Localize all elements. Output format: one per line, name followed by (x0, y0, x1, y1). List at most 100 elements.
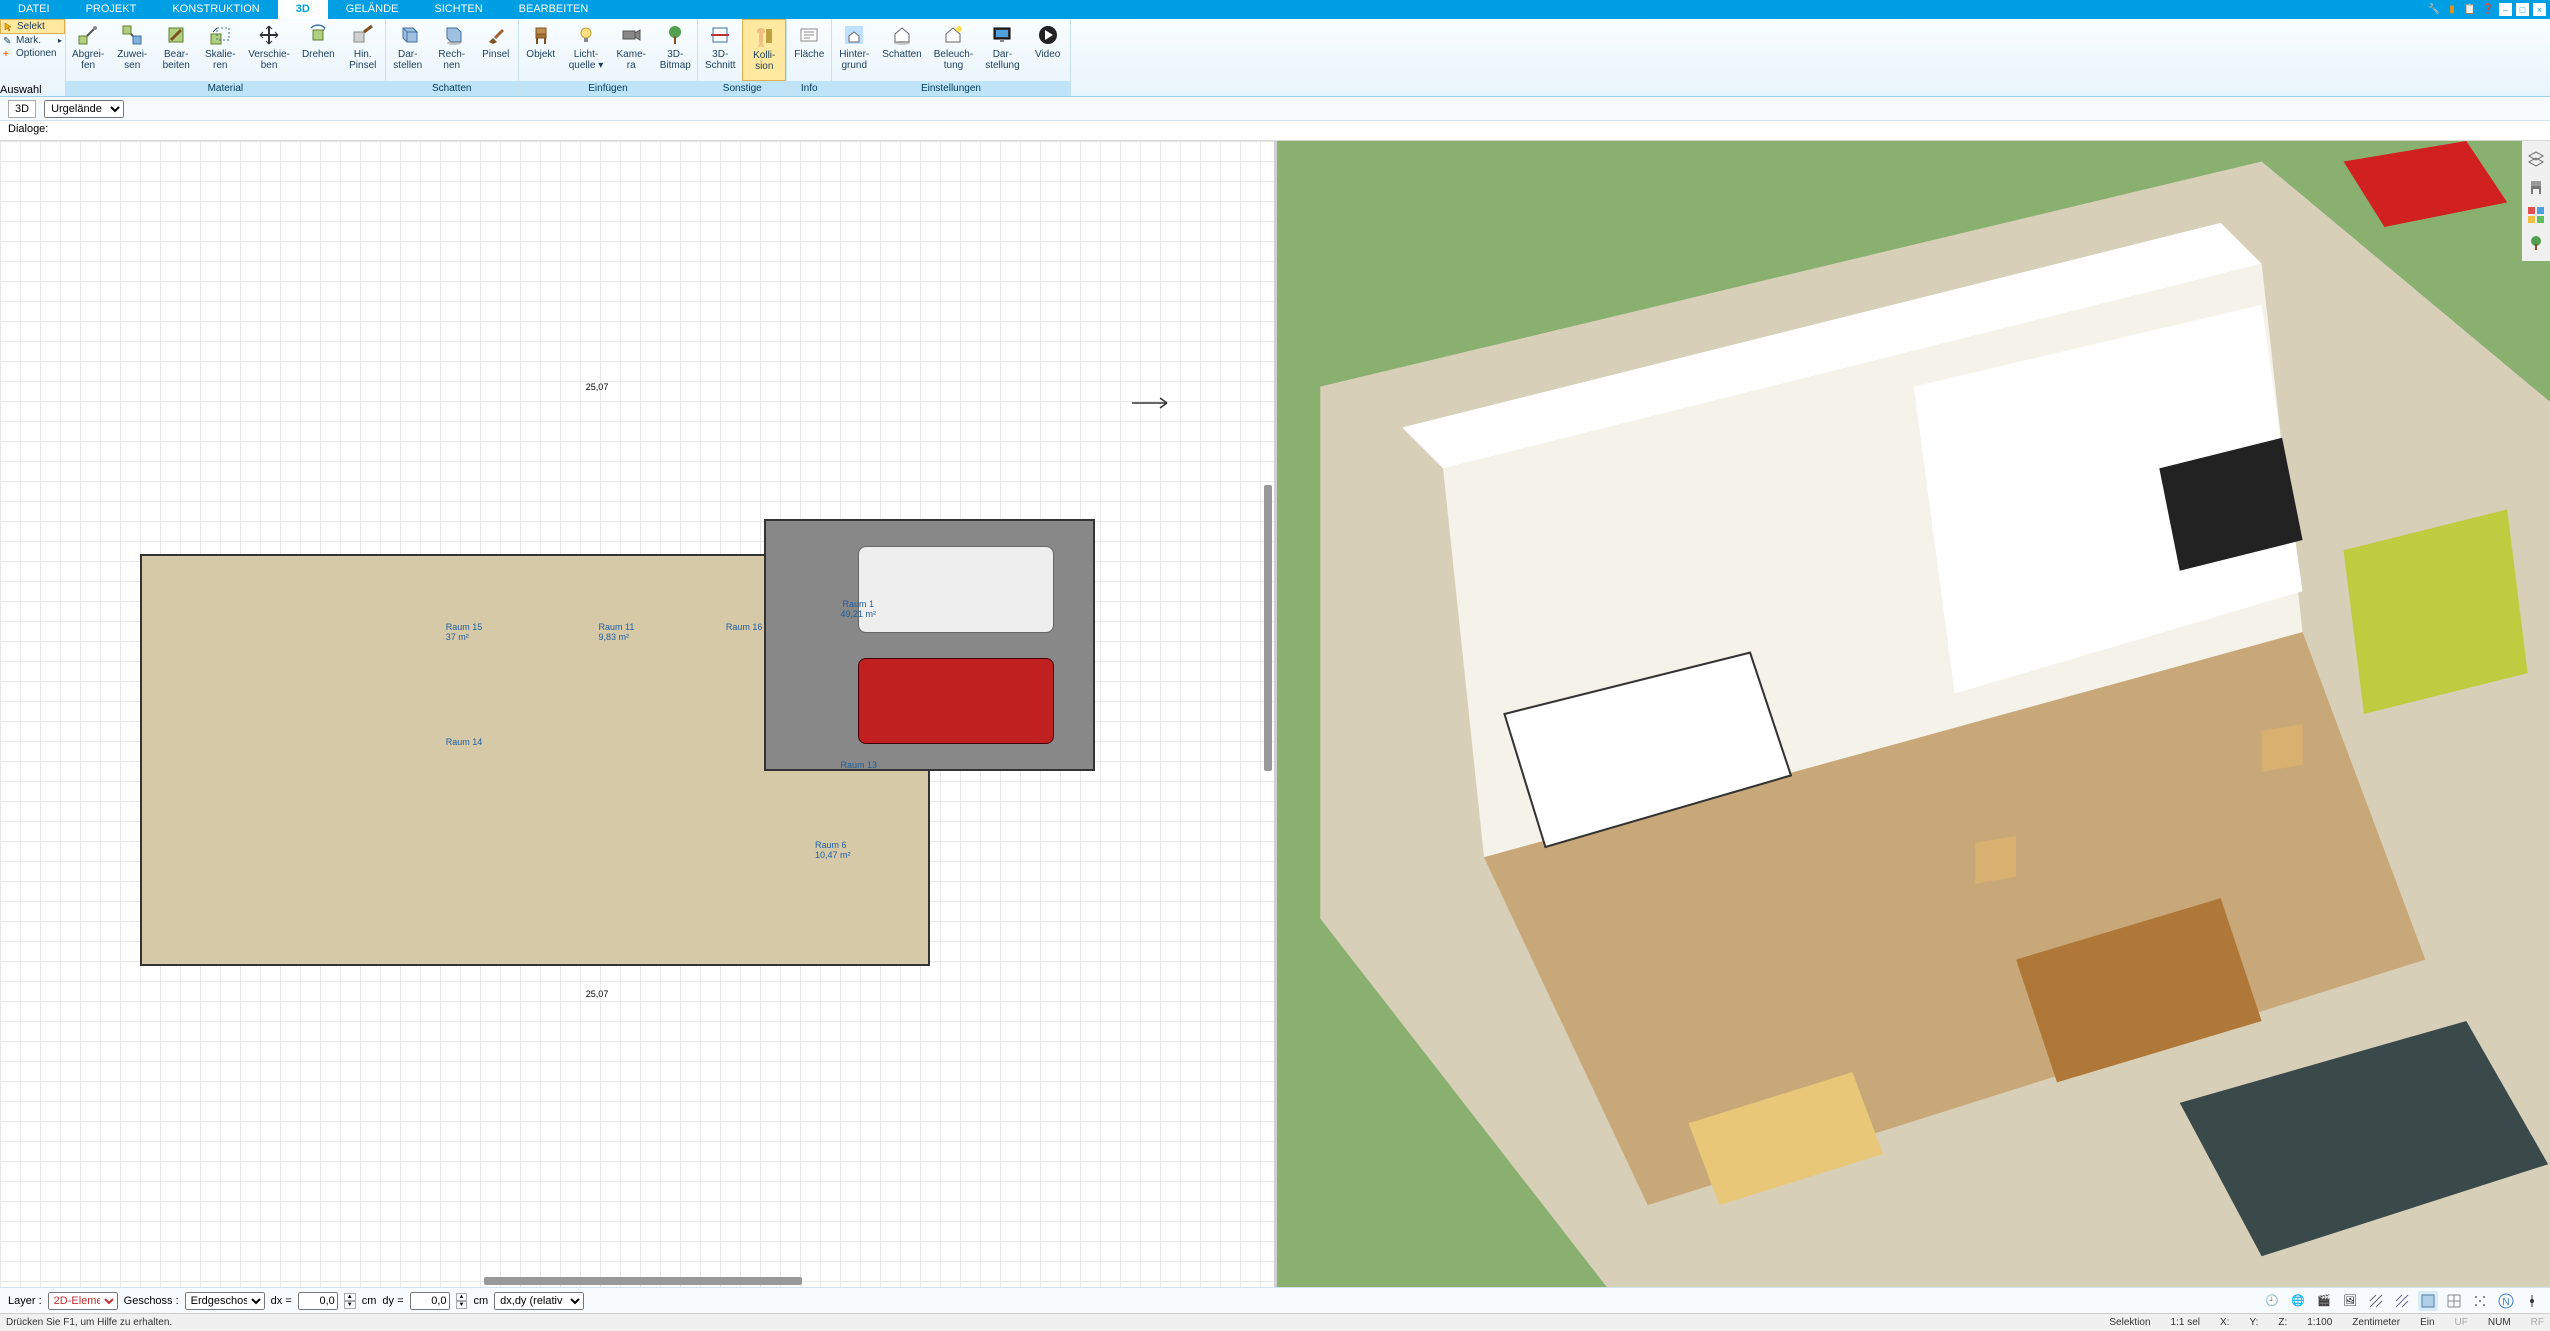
btn-video[interactable]: Video (1026, 19, 1070, 81)
room-1-label: Raum 149,21 m² (841, 599, 877, 619)
menu-bearbeiten[interactable]: BEARBEITEN (501, 0, 607, 19)
sub-toolbar: 3D Urgelände (0, 97, 2550, 121)
menu-sichten[interactable]: SICHTEN (416, 0, 500, 19)
color-palette-icon[interactable] (2526, 205, 2546, 225)
help-icon[interactable]: ❓ (2481, 3, 2495, 17)
north-arrow-icon (1132, 393, 1172, 413)
ribbon-group-einfuegen: Objekt Licht- quelle ▾ Kame- ra 3D- Bitm… (519, 19, 699, 96)
globe-icon[interactable]: 🌐 (2288, 1291, 2308, 1311)
menu-projekt[interactable]: PROJEKT (68, 0, 155, 19)
close-button[interactable]: × (2533, 3, 2546, 16)
menu-3d[interactable]: 3D (278, 0, 328, 19)
btn-pinsel[interactable]: Pinsel (474, 19, 518, 81)
dy-input[interactable] (410, 1292, 450, 1310)
edit-icon (164, 23, 188, 47)
mark-button[interactable]: ✎ Mark. ▸ (0, 34, 65, 47)
room-13-label: Raum 13 (841, 760, 878, 770)
assign-icon (120, 23, 144, 47)
history-icon[interactable]: 🕘 (2262, 1291, 2282, 1311)
coord-y: Y: (2249, 1317, 2258, 1328)
ribbon-group-material: Abgrei- fen Zuwei- sen Bear- beiten Skal… (66, 19, 386, 96)
preview-icon[interactable]: 🖼 (2340, 1291, 2360, 1311)
monitor-icon (990, 23, 1014, 47)
scale-icon (208, 23, 232, 47)
house-shadow-icon (890, 23, 914, 47)
3d-view[interactable] (1277, 141, 2550, 1287)
btn-zuweisen[interactable]: Zuwei- sen (110, 19, 154, 81)
dim-top-overall: 25,07 (586, 382, 609, 392)
selekt-button[interactable]: Selekt (0, 19, 65, 34)
dx-spinner[interactable]: ▲▼ (344, 1293, 356, 1309)
btn-lichtquelle[interactable]: Licht- quelle ▾ (563, 19, 610, 81)
menu-konstruktion[interactable]: KONSTRUKTION (154, 0, 277, 19)
ein-label: Ein (2420, 1317, 2434, 1328)
btn-kollision[interactable]: Kolli- sion (742, 19, 786, 81)
terrain-select[interactable]: Urgelände (44, 100, 124, 118)
minimize-button[interactable]: – (2499, 3, 2512, 16)
btn-darstellung[interactable]: Dar- stellung (979, 19, 1025, 81)
rotate-icon (306, 23, 330, 47)
box-icon[interactable]: ▮ (2445, 3, 2459, 17)
garage-area (764, 519, 1095, 771)
tree-tool-icon[interactable] (2526, 233, 2546, 253)
coord-mode-select[interactable]: dx,dy (relativ ka (494, 1292, 584, 1310)
3d-canvas[interactable] (1277, 141, 2550, 1287)
layer-select[interactable]: 2D-Elemen (48, 1292, 118, 1310)
north-icon[interactable]: N (2496, 1291, 2516, 1311)
btn-flaeche[interactable]: Fläche (787, 19, 831, 81)
v-scrollbar[interactable] (1264, 485, 1272, 772)
tool-icon[interactable]: 🔧 (2427, 3, 2441, 17)
menu-gelaende[interactable]: GELÄNDE (328, 0, 417, 19)
chair-tool-icon[interactable] (2526, 177, 2546, 197)
2d-view[interactable]: Raum 149,21 m² Raum 1537 m² Raum 119,83 … (0, 141, 1277, 1287)
btn-rechnen[interactable]: Rech- nen (430, 19, 474, 81)
layers-icon[interactable] (2526, 149, 2546, 169)
ribbon-group-info: Fläche Info (787, 19, 832, 96)
chair-icon (529, 23, 553, 47)
btn-bearbeiten[interactable]: Bear- beiten (154, 19, 198, 81)
room-11-label: Raum 119,83 m² (599, 622, 635, 642)
group-label-sonstige: Sonstige (698, 81, 786, 96)
collision-icon (752, 24, 776, 48)
btn-hintergrund[interactable]: Hinter- grund (832, 19, 876, 81)
group-label-info: Info (787, 81, 831, 96)
btn-drehen[interactable]: Drehen (296, 19, 341, 81)
btn-darstellen[interactable]: Dar- stellen (386, 19, 430, 81)
optionen-button[interactable]: + Optionen (0, 47, 65, 60)
dialog-label: Dialoge: (8, 123, 48, 135)
film-icon[interactable]: 🎬 (2314, 1291, 2334, 1311)
maximize-button[interactable]: □ (2516, 3, 2529, 16)
btn-beleuchtung[interactable]: Beleuch- tung (928, 19, 979, 81)
btn-verschieben[interactable]: Verschie- ben (242, 19, 296, 81)
btn-objekt[interactable]: Objekt (519, 19, 563, 81)
optionen-label: Optionen (16, 48, 57, 59)
btn-abgreifen[interactable]: Abgrei- fen (66, 19, 110, 81)
rf-label: RF (2531, 1317, 2544, 1328)
hatch2-icon[interactable] (2392, 1291, 2412, 1311)
dy-unit: cm (473, 1295, 488, 1307)
window-controls: 🔧 ▮ 📋 ❓ – □ × (2427, 0, 2550, 19)
bulb-icon (574, 23, 598, 47)
h-scrollbar[interactable] (484, 1277, 802, 1285)
menu-datei[interactable]: DATEI (0, 0, 68, 19)
cursor-icon (4, 22, 14, 32)
btn-skalieren[interactable]: Skalie- ren (198, 19, 242, 81)
bottom-toolbar: Layer : 2D-Elemen Geschoss : Erdgeschos … (0, 1287, 2550, 1313)
doc-icon[interactable]: 📋 (2463, 3, 2477, 17)
cursor-point-icon[interactable] (2522, 1291, 2542, 1311)
move-icon (257, 23, 281, 47)
geschoss-select[interactable]: Erdgeschos (185, 1292, 265, 1310)
floorplan-canvas[interactable]: Raum 149,21 m² Raum 1537 m² Raum 119,83 … (0, 141, 1274, 1287)
dy-spinner[interactable]: ▲▼ (456, 1293, 468, 1309)
btn-3dschnitt[interactable]: 3D- Schnitt (698, 19, 742, 81)
grid-icon[interactable] (2444, 1291, 2464, 1311)
dx-input[interactable] (298, 1292, 338, 1310)
btn-schatten2[interactable]: Schatten (876, 19, 927, 81)
mark-label: Mark. (16, 35, 41, 46)
dots-icon[interactable] (2470, 1291, 2490, 1311)
btn-3dbitmap[interactable]: 3D- Bitmap (653, 19, 697, 81)
wall-icon[interactable] (2418, 1291, 2438, 1311)
btn-kamera[interactable]: Kame- ra (609, 19, 653, 81)
btn-hinpinsel[interactable]: Hin. Pinsel (341, 19, 385, 81)
hatch-icon[interactable] (2366, 1291, 2386, 1311)
